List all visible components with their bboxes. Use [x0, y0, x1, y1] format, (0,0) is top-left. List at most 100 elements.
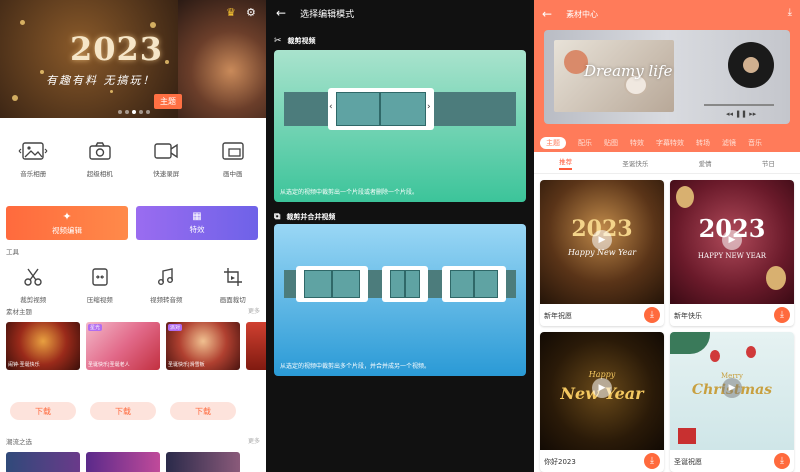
- tab-theme[interactable]: 主题: [540, 137, 566, 149]
- music-note-icon: [136, 264, 196, 290]
- mode-select-screen: ← 选择编辑模式 ✂ 裁剪视频 ‹ › 从选定的视频中裁剪出一个片段或者删除一个…: [266, 0, 534, 472]
- screen-record-icon: [136, 138, 196, 164]
- tool-music-album[interactable]: 音乐相册: [3, 138, 63, 178]
- trim-section-title: ✂ 裁剪视频: [274, 36, 316, 46]
- download-icon[interactable]: ⤓: [644, 453, 660, 469]
- settings-icon[interactable]: ⚙: [246, 6, 256, 19]
- sub-tabs: 推荐 圣诞快乐 爱情 节日: [534, 152, 800, 174]
- trim-description: 从选定的视频中裁剪出一个片段或者删除一个片段。: [280, 189, 419, 196]
- compress-icon: [70, 264, 130, 290]
- play-icon[interactable]: ▶: [592, 378, 612, 398]
- subtab-holiday[interactable]: 节日: [762, 158, 775, 168]
- material-name: 新年快乐: [674, 312, 702, 320]
- crown-icon[interactable]: ♛: [226, 6, 236, 19]
- picture-in-picture-icon: [203, 138, 263, 164]
- tool-super-camera[interactable]: 超级相机: [70, 138, 130, 178]
- category-tabs: 主题 配乐 贴图 特效 字幕特效 转场 滤镜 音乐: [534, 134, 800, 152]
- top-tools: 音乐相册 超级相机 快速录屏 画中画: [0, 138, 266, 178]
- download-button[interactable]: 下载: [90, 402, 156, 420]
- template-card[interactable]: [246, 322, 266, 370]
- tab-transitions[interactable]: 转场: [696, 138, 710, 148]
- tools-row: 裁剪视频 压缩视频 视频转音频 画面裁切: [0, 264, 266, 304]
- merge-description: 从选定的视频中裁剪出多个片段，并合并成另一个视频。: [280, 363, 431, 370]
- material-name: 你好2023: [544, 458, 576, 466]
- scissors-icon: ✂: [274, 36, 282, 46]
- tool-trim-video[interactable]: 裁剪视频: [3, 264, 63, 304]
- template-list: 闹钟·圣诞快乐 星光 圣诞快乐|圣诞老人 派对 圣诞快乐|滑雪板: [6, 322, 266, 370]
- material-name: 圣诞祝愿: [674, 458, 702, 466]
- tab-soundtrack[interactable]: 配乐: [578, 138, 592, 148]
- tools-section-title: 工具: [6, 248, 19, 256]
- back-arrow-icon[interactable]: ←: [542, 7, 552, 21]
- material-card[interactable]: 2023 HAPPY NEW YEAR ▶ 新年快乐 ⤓: [670, 180, 794, 326]
- page-title: 素材中心: [566, 9, 599, 19]
- featured-more-link[interactable]: 更多: [248, 306, 260, 315]
- template-card[interactable]: [166, 452, 240, 472]
- second-section-title: 潮流之选: [6, 438, 32, 446]
- camera-icon: [70, 138, 130, 164]
- subtab-love[interactable]: 爱情: [699, 158, 712, 168]
- template-card[interactable]: 闹钟·圣诞快乐: [6, 322, 80, 370]
- tool-picture-in-picture[interactable]: 画中画: [203, 138, 263, 178]
- back-arrow-icon[interactable]: ←: [276, 6, 286, 20]
- left-handle-icon[interactable]: ‹: [329, 102, 333, 112]
- material-card[interactable]: Happy New Year ▶ 你好2023 ⤓: [540, 332, 664, 472]
- mode-select-header: ← 选择编辑模式: [266, 0, 534, 26]
- subtab-christmas[interactable]: 圣诞快乐: [622, 158, 648, 168]
- home-banner[interactable]: 2023 有趣有料 无搞玩！ 主题 ♛ ⚙: [0, 0, 266, 118]
- tool-video-to-audio[interactable]: 视频转音频: [136, 264, 196, 304]
- download-button[interactable]: 下载: [10, 402, 76, 420]
- download-row: 下载 下载 下载: [10, 402, 236, 420]
- crop-icon: [203, 264, 263, 290]
- tab-music[interactable]: 音乐: [748, 138, 762, 148]
- tab-text-effects[interactable]: 字幕特效: [656, 138, 684, 148]
- download-icon[interactable]: ⤓: [644, 307, 660, 323]
- second-more-link[interactable]: 更多: [248, 436, 260, 445]
- merge-section-title: ⧉ 裁剪并合并视频: [274, 212, 336, 222]
- tab-filters[interactable]: 滤镜: [722, 138, 736, 148]
- play-icon[interactable]: ▶: [722, 230, 742, 250]
- material-name: 新年祝愿: [544, 312, 572, 320]
- banner-title: Dreamy life: [584, 62, 673, 80]
- play-icon[interactable]: ▶: [722, 378, 742, 398]
- banner-pager: [118, 110, 150, 114]
- video-edit-button[interactable]: ✦ 视频编辑: [6, 206, 128, 240]
- tab-effects[interactable]: 特效: [630, 138, 644, 148]
- tool-screen-record[interactable]: 快速录屏: [136, 138, 196, 178]
- template-card[interactable]: 星光 圣诞快乐|圣诞老人: [86, 322, 160, 370]
- download-icon[interactable]: ⤓: [774, 453, 790, 469]
- material-header: ← 素材中心 ⤓: [534, 0, 800, 28]
- banner-year: 2023: [70, 30, 164, 68]
- gift-box: [678, 428, 696, 444]
- template-list-2: [6, 452, 240, 472]
- merge-mode-card[interactable]: 从选定的视频中裁剪出多个片段，并合并成另一个视频。: [274, 224, 526, 376]
- material-banner[interactable]: Dreamy life ◂◂ ❚❚ ▸▸: [544, 30, 790, 124]
- banner-tag[interactable]: 主题: [154, 94, 182, 109]
- material-card[interactable]: Merry Christmas ▶ 圣诞祝愿 ⤓: [670, 332, 794, 472]
- download-button[interactable]: 下载: [170, 402, 236, 420]
- subtab-recommended[interactable]: 推荐: [559, 156, 573, 170]
- player-controls[interactable]: ◂◂ ❚❚ ▸▸: [726, 110, 756, 118]
- home-screen: 2023 有趣有料 无搞玩！ 主题 ♛ ⚙ 音乐相册 超级相机 快速录屏 画中画…: [0, 0, 266, 472]
- material-card[interactable]: 2023 Happy New Year ▶ 新年祝愿 ⤓: [540, 180, 664, 326]
- featured-section-title: 素材主题: [6, 308, 32, 316]
- material-center-screen: ← 素材中心 ⤓ Dreamy life ◂◂ ❚❚ ▸▸ 主题 配乐 贴图 特…: [534, 0, 800, 472]
- download-icon[interactable]: ⤓: [788, 7, 792, 18]
- progress-bar[interactable]: [704, 104, 774, 106]
- tool-crop-frame[interactable]: 画面裁切: [203, 264, 263, 304]
- banner-slogan: 有趣有料 无搞玩！: [46, 74, 156, 87]
- trim-mode-card[interactable]: ‹ › 从选定的视频中裁剪出一个片段或者删除一个片段。: [274, 50, 526, 202]
- page-title: 选择编辑模式: [300, 9, 355, 20]
- play-icon[interactable]: ▶: [592, 230, 612, 250]
- right-handle-icon[interactable]: ›: [427, 102, 431, 112]
- effects-icon: ▦: [192, 211, 202, 222]
- template-card[interactable]: [6, 452, 80, 472]
- effects-button[interactable]: ▦ 特效: [136, 206, 258, 240]
- tab-stickers[interactable]: 贴图: [604, 138, 618, 148]
- tool-compress-video[interactable]: 压缩视频: [70, 264, 130, 304]
- download-icon[interactable]: ⤓: [774, 307, 790, 323]
- template-card[interactable]: [86, 452, 160, 472]
- photo-album-icon: [3, 138, 63, 164]
- merge-icon: ⧉: [274, 212, 281, 222]
- template-card[interactable]: 派对 圣诞快乐|滑雪板: [166, 322, 240, 370]
